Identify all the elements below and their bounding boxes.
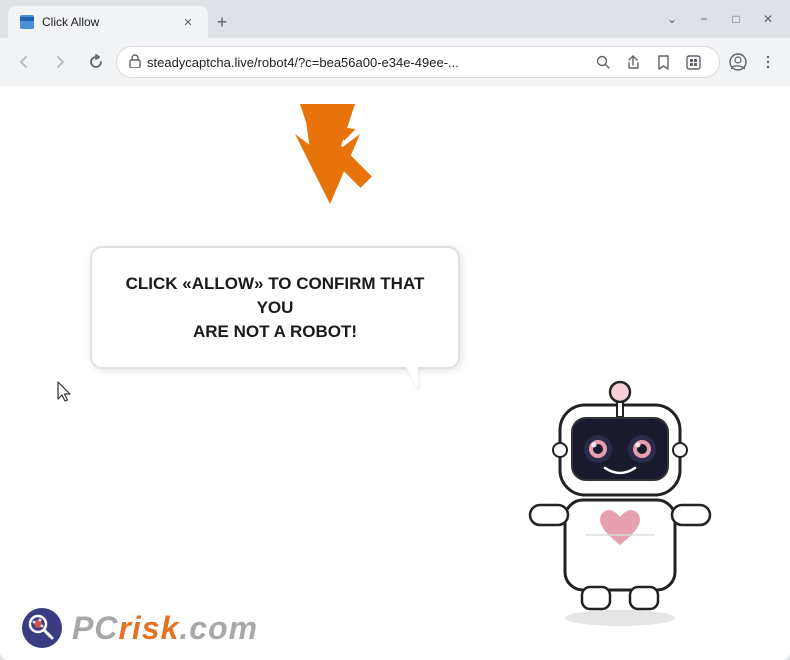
- tabs-area: Click Allow ✕ +: [8, 0, 654, 38]
- profile-button[interactable]: [724, 48, 752, 76]
- title-bar: Click Allow ✕ + ⌄ − □ ✕: [0, 0, 790, 38]
- window-controls: ⌄ − □ ✕: [658, 5, 782, 33]
- share-icon-button[interactable]: [619, 48, 647, 76]
- robot-illustration: [510, 350, 730, 630]
- address-bar[interactable]: steadycaptcha.live/robot4/?c=bea56a00-e3…: [116, 46, 720, 78]
- back-button[interactable]: [8, 46, 40, 78]
- watermark-text: PCrisk.com: [72, 610, 258, 647]
- toolbar: steadycaptcha.live/robot4/?c=bea56a00-e3…: [0, 38, 790, 86]
- orange-arrow: [295, 101, 395, 221]
- active-tab[interactable]: Click Allow ✕: [8, 6, 208, 38]
- watermark: PCrisk.com: [20, 606, 258, 650]
- bubble-text: CLICK «ALLOW» TO CONFIRM THAT YOU ARE NO…: [120, 272, 430, 343]
- lock-icon: [129, 54, 141, 71]
- address-actions: [589, 48, 707, 76]
- chevron-down-button[interactable]: ⌄: [658, 5, 686, 33]
- extensions-icon-button[interactable]: [679, 48, 707, 76]
- menu-button[interactable]: [754, 48, 782, 76]
- close-button[interactable]: ✕: [754, 5, 782, 33]
- tab-favicon: [20, 15, 34, 29]
- minimize-button[interactable]: −: [690, 5, 718, 33]
- bookmark-icon-button[interactable]: [649, 48, 677, 76]
- pcrisk-logo: [20, 606, 64, 650]
- tab-title: Click Allow: [42, 15, 172, 29]
- url-text: steadycaptcha.live/robot4/?c=bea56a00-e3…: [147, 55, 583, 70]
- chrome-window: Click Allow ✕ + ⌄ − □ ✕ steadycaptcha.li…: [0, 0, 790, 660]
- search-icon-button[interactable]: [589, 48, 617, 76]
- maximize-button[interactable]: □: [722, 5, 750, 33]
- page-content: CLICK «ALLOW» TO CONFIRM THAT YOU ARE NO…: [0, 86, 790, 660]
- new-tab-button[interactable]: +: [208, 8, 236, 36]
- reload-button[interactable]: [80, 46, 112, 78]
- tab-close-button[interactable]: ✕: [180, 14, 196, 30]
- forward-button[interactable]: [44, 46, 76, 78]
- speech-bubble: CLICK «ALLOW» TO CONFIRM THAT YOU ARE NO…: [90, 246, 460, 369]
- toolbar-actions: [724, 48, 782, 76]
- mouse-cursor: [55, 381, 75, 405]
